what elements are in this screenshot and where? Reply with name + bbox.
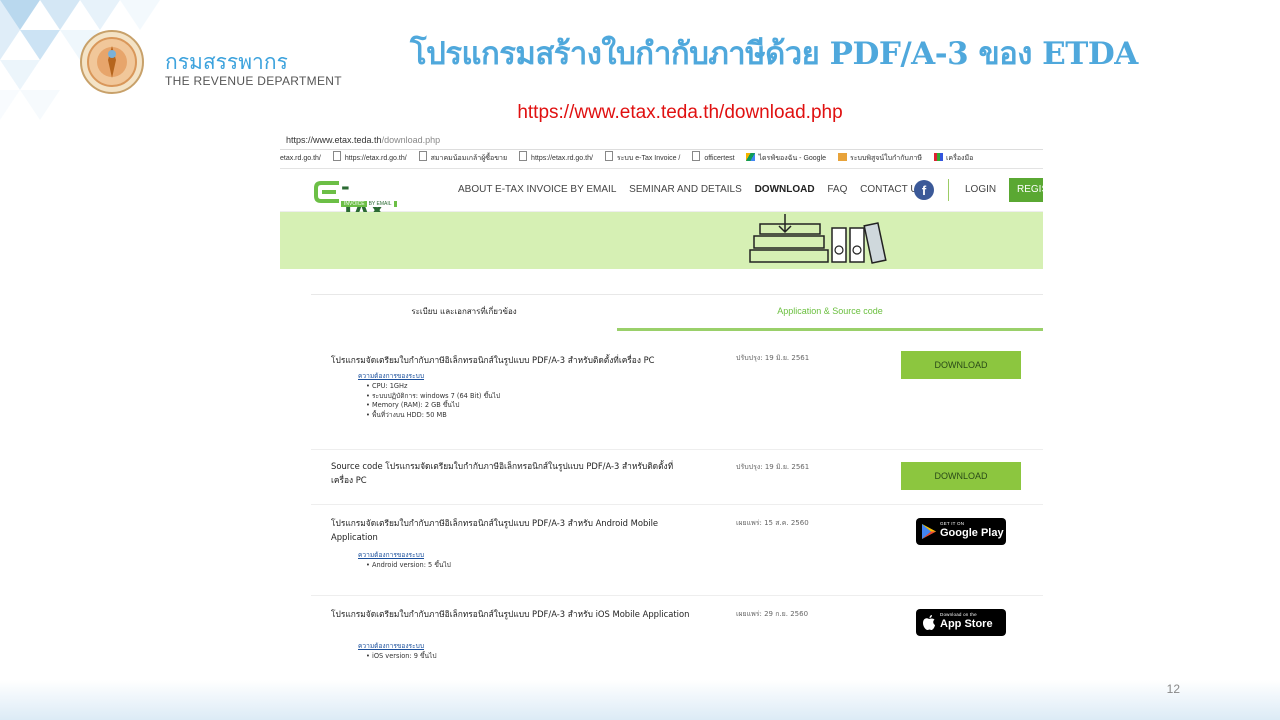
document-tray-illustration	[749, 214, 887, 264]
bookmark-label: https://etax.rd.go.th/	[531, 155, 593, 162]
logo-sub-by-email: BY EMAIL	[366, 201, 394, 207]
nav-about[interactable]: ABOUT E-TAX INVOICE BY EMAIL	[458, 184, 616, 195]
requirements-header[interactable]: ความต้องการของระบบ	[358, 642, 437, 652]
requirement-item: • iOS version: 9 ขึ้นไป	[366, 651, 437, 660]
requirement-item: • Android version: 5 ขึ้นไป	[366, 560, 451, 569]
requirement-item: • Memory (RAM): 2 GB ขึ้นไป	[366, 401, 460, 410]
browser-address-bar[interactable]: https://www.etax.teda.th/download.php	[280, 131, 1043, 150]
drive-icon	[746, 153, 756, 161]
login-link[interactable]: LOGIN	[965, 184, 996, 195]
page-icon	[604, 151, 613, 161]
bookmark-item[interactable]: https://etax.rd.go.th/	[519, 150, 593, 168]
bookmark-label: เครื่องมือ	[946, 155, 974, 162]
page-icon	[332, 151, 341, 161]
bookmark-label: สมาคมน้อมเกล้าผู้ซื้อขาย	[430, 155, 508, 162]
bookmark-item[interactable]: ระบบ e-Tax Invoice /	[604, 150, 681, 168]
requirements-header[interactable]: ความต้องการของระบบ	[358, 551, 451, 561]
bookmark-label: ระบบ e-Tax Invoice /	[616, 155, 681, 162]
page-icon	[519, 151, 528, 161]
logo-sub-invoice: INVOICE	[344, 201, 365, 207]
etax-e-icon	[314, 181, 339, 203]
requirements-list: ความต้องการของระบบ • iOS version: 9 ขึ้น…	[358, 642, 437, 662]
bookmark-item[interactable]: https://etax.rd.go.th/	[332, 150, 407, 168]
store-caption: Download on the	[940, 612, 977, 617]
download-row-ios: โปรแกรมจัดเตรียมใบกำกับภาษีอิเล็กทรอนิกส…	[311, 596, 1043, 671]
bookmarks-bar: etax.rd.go.th/ https://etax.rd.go.th/ สม…	[280, 150, 1043, 169]
store-name: Google Play	[940, 527, 1004, 539]
page-icon	[692, 151, 701, 161]
download-button[interactable]: DOWNLOAD	[901, 462, 1021, 490]
slide-title: โปรแกรมสร้างใบกำกับภาษีด้วย PDF/A-3 ของ …	[410, 36, 1138, 72]
download-button[interactable]: DOWNLOAD	[901, 351, 1021, 379]
website-screenshot: https://www.etax.teda.th/download.php et…	[280, 131, 1043, 671]
bookmark-label: ไดรฟ์ของฉัน - Google	[758, 155, 827, 162]
row-title: โปรแกรมจัดเตรียมใบกำกับภาษีอิเล็กทรอนิกส…	[331, 609, 690, 619]
requirements-header[interactable]: ความต้องการของระบบ	[358, 372, 500, 382]
bookmark-label: etax.rd.go.th/	[280, 155, 321, 162]
row-date: ปรับปรุง: 19 มิ.ย. 2561	[736, 463, 810, 471]
nav-faq[interactable]: FAQ	[827, 184, 847, 195]
requirement-item: • พื้นที่ว่างบน HDD: 50 MB	[366, 411, 447, 420]
logo-subtitle: INVOICE BY EMAIL	[341, 201, 397, 207]
bookmark-item[interactable]: สมาคมน้อมเกล้าผู้ซื้อขาย	[418, 150, 508, 168]
download-banner	[280, 212, 1043, 269]
row-date: เผยแพร่: 15 ส.ค. 2560	[736, 519, 809, 527]
bookmark-label: https://etax.rd.go.th/	[344, 155, 407, 162]
facebook-icon[interactable]: f	[914, 180, 934, 200]
address-host: https://www.etax.teda.th	[286, 135, 382, 145]
tab-regulations[interactable]: ระเบียบ และเอกสารที่เกี่ยวข้อง	[311, 295, 617, 328]
nav-links: ABOUT E-TAX INVOICE BY EMAIL SEMINAR AND…	[458, 184, 934, 195]
address-path: /download.php	[381, 135, 441, 145]
tab-application-source[interactable]: Application & Source code	[617, 295, 1043, 331]
multicolor-icon	[934, 153, 943, 161]
content-tabs: ระเบียบ และเอกสารที่เกี่ยวข้อง Applicati…	[311, 294, 1043, 331]
row-date: เผยแพร่: 29 ก.ย. 2560	[736, 610, 809, 618]
slide-url-caption: https://www.etax.teda.th/download.php	[517, 102, 843, 123]
app-store-badge[interactable]: Download on the App Store	[916, 609, 1006, 636]
bookmark-item[interactable]: officertest	[692, 150, 735, 168]
bookmark-item[interactable]: ไดรฟ์ของฉัน - Google	[746, 150, 826, 168]
nav-divider	[948, 179, 949, 201]
requirement-item: • ระบบปฏิบัติการ: windows 7 (64 Bit) ขึ้…	[366, 391, 501, 400]
bottom-gradient-band	[0, 680, 1280, 720]
store-caption: GET IT ON	[940, 521, 965, 526]
requirements-list: ความต้องการของระบบ • Android version: 5 …	[358, 551, 451, 571]
store-name: App Store	[940, 618, 993, 630]
requirements-list: ความต้องการของระบบ • CPU: 1GHz • ระบบปฏิ…	[358, 372, 500, 421]
register-button[interactable]: REGIS	[1009, 178, 1043, 202]
row-date: ปรับปรุง: 19 มิ.ย. 2561	[736, 354, 810, 362]
download-row-android: โปรแกรมจัดเตรียมใบกำกับภาษีอิเล็กทรอนิกส…	[311, 505, 1043, 596]
row-title: โปรแกรมจัดเตรียมใบกำกับภาษีอิเล็กทรอนิกส…	[331, 355, 655, 365]
bookmark-item[interactable]: เครื่องมือ	[934, 150, 973, 168]
folder-icon	[837, 153, 847, 161]
bookmark-label: officertest	[704, 155, 735, 162]
page-icon	[418, 151, 427, 161]
row-title: Source code โปรแกรมจัดเตรียมใบกำกับภาษีอ…	[331, 461, 674, 485]
slide-page-number: 12	[1166, 682, 1180, 696]
google-play-icon	[922, 524, 936, 539]
nav-download[interactable]: DOWNLOAD	[755, 184, 815, 195]
requirement-item: • CPU: 1GHz	[366, 381, 408, 390]
nav-seminar[interactable]: SEMINAR AND DETAILS	[629, 184, 742, 195]
bookmark-label: ระบบพิสูจน์ใบกำกับภาษี	[849, 155, 923, 162]
google-play-badge[interactable]: GET IT ON Google Play	[916, 518, 1006, 545]
site-navbar: -TAX INVOICE BY EMAIL ABOUT E-TAX INVOICE…	[280, 169, 1043, 223]
bookmark-item[interactable]: ระบบพิสูจน์ใบกำกับภาษี	[837, 150, 923, 168]
bookmark-item[interactable]: etax.rd.go.th/	[280, 150, 321, 168]
download-row-pc: โปรแกรมจัดเตรียมใบกำกับภาษีอิเล็กทรอนิกส…	[311, 335, 1043, 450]
row-title: โปรแกรมจัดเตรียมใบกำกับภาษีอิเล็กทรอนิกส…	[331, 518, 659, 542]
download-row-source-code: Source code โปรแกรมจัดเตรียมใบกำกับภาษีอ…	[311, 449, 1043, 505]
org-name-english: THE REVENUE DEPARTMENT	[165, 74, 342, 88]
revenue-department-seal-logo	[80, 30, 144, 94]
apple-icon	[923, 615, 935, 630]
